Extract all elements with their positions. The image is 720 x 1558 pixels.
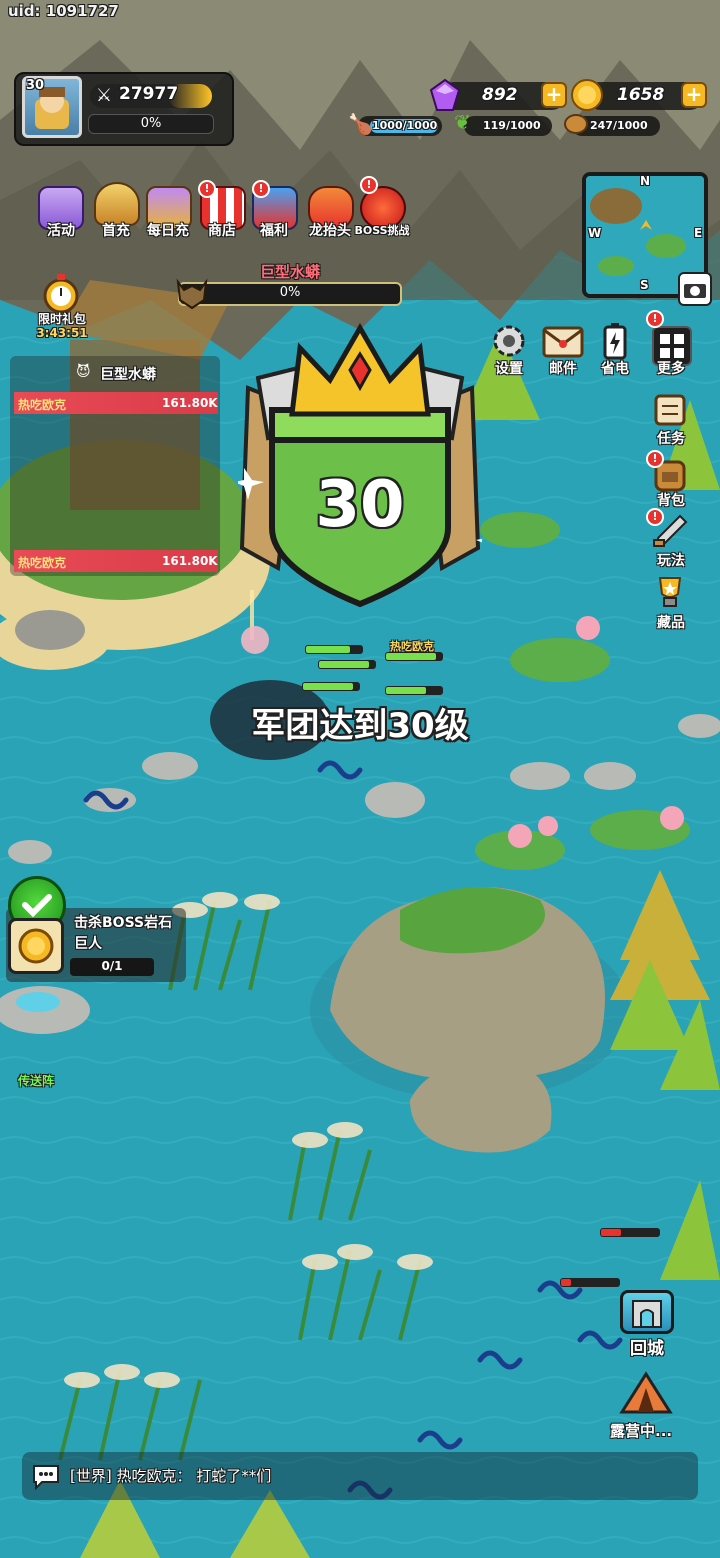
minimap-west: W <box>588 226 602 240</box>
battery-icon <box>603 323 627 360</box>
welfare-badge: ! <box>252 180 270 198</box>
exp-percent: 0% <box>140 116 162 131</box>
limited-gift-timer: 3:43:51 <box>36 326 88 340</box>
uid-label: uid: 1091727 <box>8 2 119 20</box>
teleport-label[interactable]: 传送阵 <box>18 1072 54 1089</box>
return-city-label: 回城 <box>630 1339 664 1359</box>
gold-value: 1658 <box>617 85 665 105</box>
shop-label: 商店 <box>208 223 236 239</box>
return-city-button[interactable] <box>620 1290 674 1334</box>
settings-label: 设置 <box>495 361 523 377</box>
boss-damage-panel <box>10 356 220 576</box>
daily-recharge-label: 每日充 <box>147 223 189 239</box>
quest-label: 任务 <box>657 431 685 447</box>
combat-power: 27977 <box>119 84 179 104</box>
unit-name-label: 热吃欧克 <box>390 640 434 653</box>
minimap-east: E <box>694 226 703 240</box>
boss-hp-percent: 0% <box>279 285 301 300</box>
camp-button[interactable] <box>618 1370 674 1420</box>
gold-coin-icon <box>18 928 54 964</box>
camp-status: 露营中... <box>610 1422 673 1440</box>
add-gold-button[interactable]: + <box>681 82 707 108</box>
welfare-label: 福利 <box>260 223 288 239</box>
level-up-badge <box>234 318 504 612</box>
mail-button[interactable] <box>542 326 584 362</box>
camera-icon[interactable] <box>678 272 712 306</box>
quest-progress: 0/1 <box>101 959 123 973</box>
collection-button[interactable] <box>650 574 690 616</box>
stopwatch-icon <box>43 274 79 314</box>
dragon-label: 龙抬头 <box>309 223 351 239</box>
backpack-label: 背包 <box>657 493 685 509</box>
boss-challenge-label: BOSS挑战 <box>354 224 410 237</box>
trophy-icon <box>658 577 682 607</box>
ore-icon <box>564 112 588 138</box>
boss-panel-title: 巨型水蟒 <box>100 367 156 383</box>
gameplay-label: 玩法 <box>657 553 685 569</box>
wood-value: 119/1000 <box>483 119 541 132</box>
mail-icon <box>542 326 584 358</box>
castle-gate-icon <box>632 1300 662 1328</box>
activity-label: 活动 <box>47 223 75 239</box>
chat-bubble-icon[interactable] <box>30 1462 62 1494</box>
chat-message: [世界] 热吃欧克： 打蛇了**们 <box>70 1467 272 1485</box>
stone-value: 247/1000 <box>590 119 648 132</box>
gold-coin-icon <box>570 78 604 116</box>
boss-panel-demon-icon: 😈 <box>76 364 91 380</box>
add-gems-button[interactable]: + <box>541 82 567 108</box>
meat-value: 1000/1000 <box>372 119 438 132</box>
damage-player-name: 热吃欧克 <box>18 398 67 412</box>
gem-value: 892 <box>482 85 518 105</box>
boss-name: 巨型水蟒 <box>259 263 320 281</box>
more-label: 更多 <box>657 361 685 377</box>
damage-value: 161.80K <box>162 396 218 410</box>
gameplay-badge: ! <box>646 508 664 526</box>
quest-reward-icon <box>8 918 64 974</box>
leaf-icon: ❦ <box>454 110 471 134</box>
boss-challenge-badge: ! <box>360 176 378 194</box>
player-level: 30 <box>26 78 45 93</box>
first-recharge-label: 首充 <box>102 223 130 239</box>
tent-icon <box>619 1371 673 1414</box>
crown-shield-icon <box>234 322 504 608</box>
crossed-swords-icon: ⚔ <box>95 85 113 106</box>
meat-icon: 🍗 <box>348 112 373 136</box>
damage-self-value: 161.80K <box>162 554 218 568</box>
collection-label: 藏品 <box>657 615 685 631</box>
level-up-message: 军团达到30级 <box>251 706 469 746</box>
minimap-south: S <box>640 278 649 292</box>
damage-self-name: 热吃欧克 <box>18 556 67 570</box>
mail-label: 邮件 <box>549 361 577 377</box>
backpack-badge: ! <box>646 450 664 468</box>
quest-button[interactable] <box>650 392 690 432</box>
more-badge: ! <box>646 310 664 328</box>
gear-icon <box>493 325 525 357</box>
limited-gift-label: 限时礼包 <box>37 312 86 326</box>
scroll-icon <box>654 394 686 426</box>
power-save-label: 省电 <box>601 361 629 377</box>
level-up-number: 30 <box>315 468 405 542</box>
shop-badge: ! <box>198 180 216 198</box>
quest-title: 击杀BOSS岩石巨人 <box>74 915 173 952</box>
minimap-north: N <box>640 174 651 188</box>
